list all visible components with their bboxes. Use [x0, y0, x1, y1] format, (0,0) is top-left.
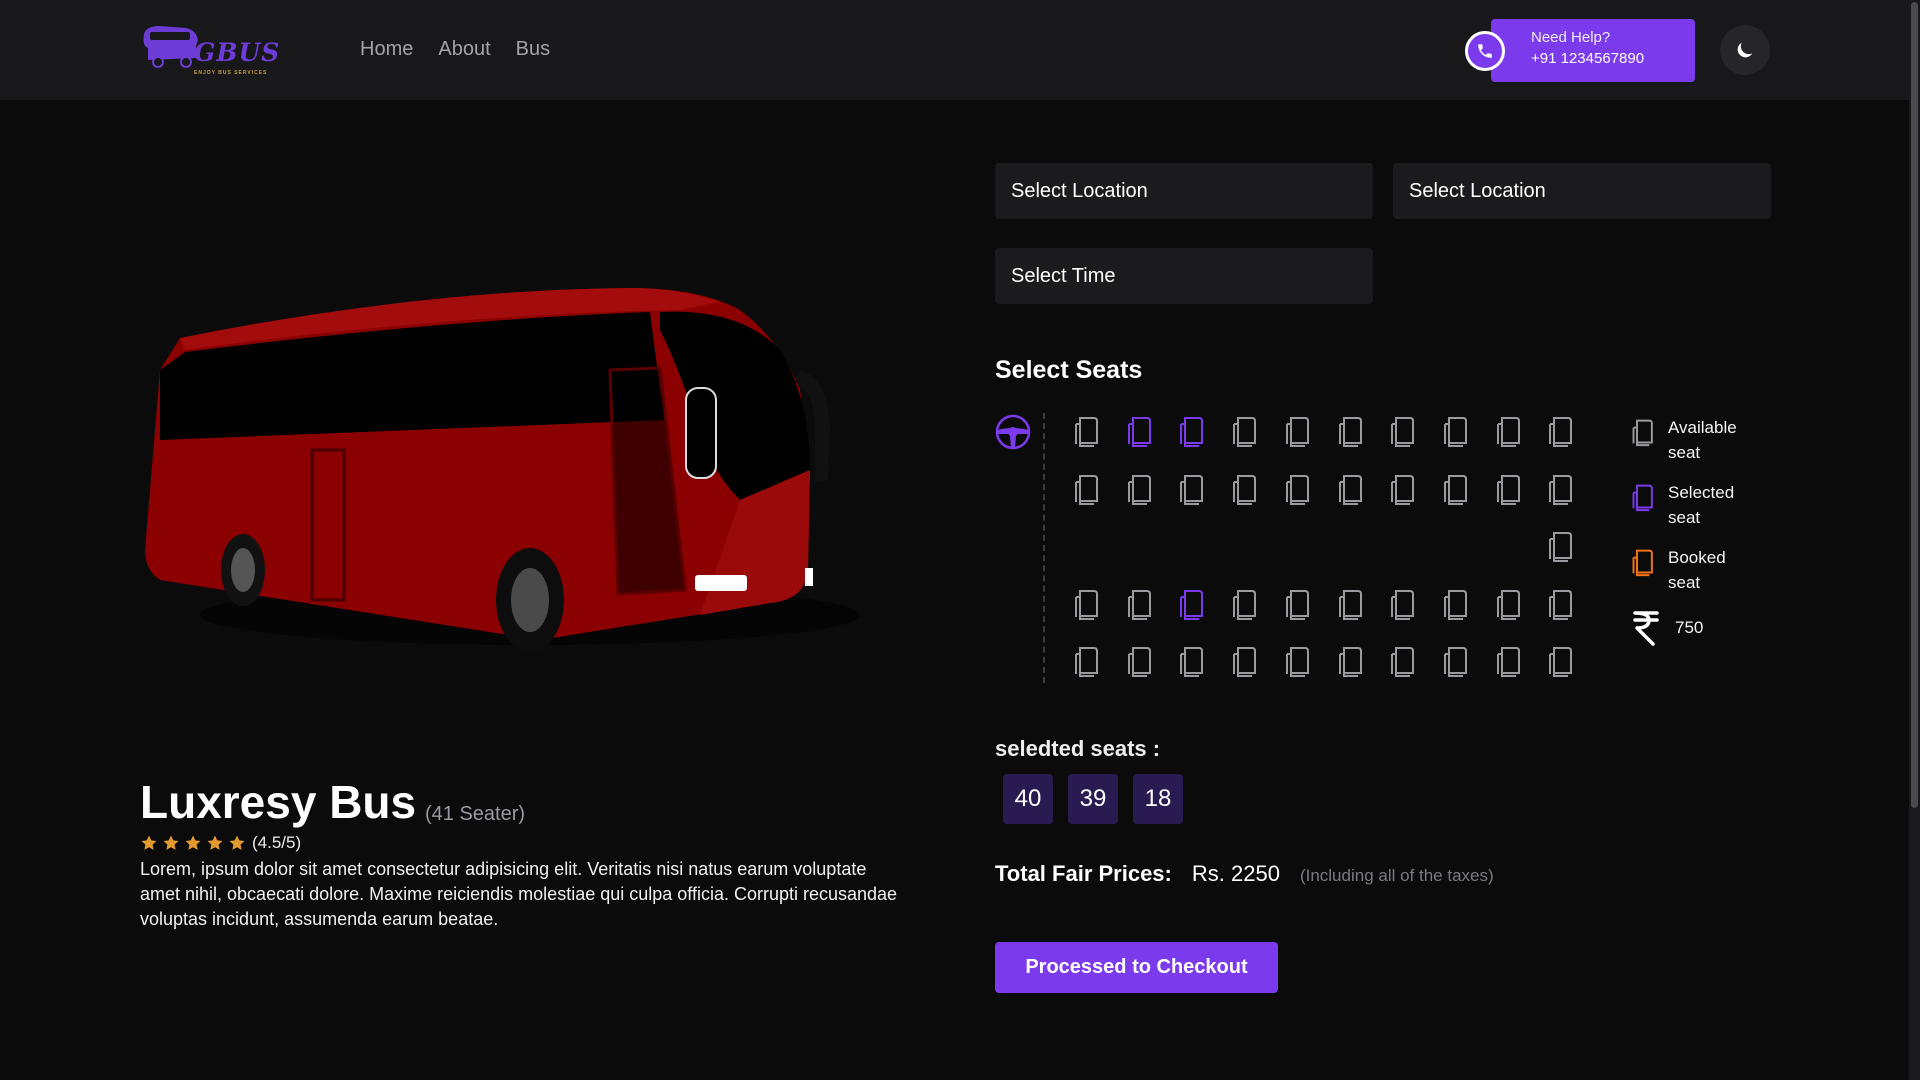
available-seat[interactable] — [1124, 644, 1156, 678]
available-seat[interactable] — [1387, 414, 1419, 448]
available-seat[interactable] — [1387, 587, 1419, 621]
brand-name: GBUS — [194, 38, 281, 67]
available-seat[interactable] — [1176, 644, 1208, 678]
available-seat[interactable] — [1282, 414, 1314, 448]
nav-bus[interactable]: Bus — [516, 38, 550, 61]
navbar: GBUS ENJOY BUS SERVICES Home About Bus N… — [0, 0, 1909, 100]
tax-note: (Including all of the taxes) — [1299, 866, 1494, 885]
seat-price-value: 750 — [1675, 618, 1704, 637]
help-phone: +91 1234567890 — [1531, 50, 1645, 67]
selected-seat[interactable] — [1176, 587, 1208, 621]
rating-value: (4.5/5) — [252, 833, 302, 852]
rating-stars: (4.5/5) — [140, 833, 301, 853]
help-box: Need Help? +91 1234567890 — [1491, 19, 1695, 82]
available-seat[interactable] — [1124, 587, 1156, 621]
bus-logo-icon — [143, 26, 198, 68]
selected-seat-chip[interactable]: 40 — [1003, 774, 1053, 824]
available-seat[interactable] — [1071, 644, 1103, 678]
main-nav: Home About Bus — [360, 38, 550, 61]
seat-price: 750 — [1633, 610, 1703, 646]
selected-seat[interactable] — [1124, 414, 1156, 448]
available-seat[interactable] — [1124, 472, 1156, 506]
page-scrollbar[interactable] — [1909, 0, 1920, 1080]
selected-seat-icon — [1632, 484, 1653, 512]
legend-selected: Selected seat — [1630, 480, 1758, 530]
legend-booked-label: Booked seat — [1668, 548, 1726, 592]
phone-icon — [1465, 31, 1505, 71]
available-seat[interactable] — [1335, 587, 1367, 621]
available-seat-icon — [1632, 419, 1653, 447]
brand-tagline: ENJOY BUS SERVICES — [194, 70, 268, 76]
bus-illustration — [140, 270, 890, 660]
available-seat[interactable] — [1387, 472, 1419, 506]
available-seat[interactable] — [1282, 644, 1314, 678]
legend-booked: Booked seat — [1630, 545, 1758, 595]
selected-seat-chips: 40 39 18 — [1003, 774, 1183, 824]
nav-about[interactable]: About — [438, 38, 490, 61]
nav-home[interactable]: Home — [360, 38, 413, 61]
available-seat[interactable] — [1493, 644, 1525, 678]
star-icon — [163, 835, 179, 850]
star-icon — [229, 835, 245, 850]
available-seat[interactable] — [1071, 587, 1103, 621]
available-seat[interactable] — [1493, 472, 1525, 506]
legend-selected-label: Selected seat — [1668, 483, 1735, 527]
scrollbar-thumb[interactable] — [1911, 2, 1918, 808]
steering-wheel-icon — [995, 414, 1031, 450]
available-seat[interactable] — [1282, 587, 1314, 621]
total-price: Total Fair Prices: Rs. 2250 (Including a… — [995, 861, 1494, 887]
total-price-value: Rs. 2250 — [1191, 861, 1280, 886]
available-seat[interactable] — [1440, 587, 1472, 621]
selected-seat[interactable] — [1176, 414, 1208, 448]
available-seat[interactable] — [1071, 414, 1103, 448]
from-location-select[interactable]: Select Location — [995, 163, 1373, 219]
available-seat[interactable] — [1493, 414, 1525, 448]
booked-seat-icon — [1632, 549, 1653, 577]
theme-toggle-button[interactable] — [1720, 25, 1770, 75]
select-seats-heading: Select Seats — [995, 356, 1143, 384]
star-icon — [141, 835, 157, 850]
available-seat[interactable] — [1545, 414, 1577, 448]
available-seat[interactable] — [1229, 472, 1261, 506]
help-title: Need Help? — [1531, 29, 1611, 46]
available-seat[interactable] — [1440, 472, 1472, 506]
bus-title: Luxresy Bus — [140, 776, 417, 828]
moon-icon — [1737, 42, 1753, 58]
available-seat[interactable] — [1440, 644, 1472, 678]
time-select[interactable]: Select Time — [995, 248, 1373, 304]
available-seat[interactable] — [1545, 529, 1577, 563]
star-icon — [207, 835, 223, 850]
brand-logo[interactable]: GBUS ENJOY BUS SERVICES — [140, 20, 280, 80]
selected-seats-heading: seledted seats : — [995, 736, 1161, 761]
available-seat[interactable] — [1335, 414, 1367, 448]
help-contact[interactable]: Need Help? +91 1234567890 — [1465, 19, 1695, 82]
selected-seat-chip[interactable]: 39 — [1068, 774, 1118, 824]
available-seat[interactable] — [1545, 644, 1577, 678]
to-location-select[interactable]: Select Location — [1393, 163, 1771, 219]
available-seat[interactable] — [1493, 587, 1525, 621]
checkout-button[interactable]: Processed to Checkout — [995, 942, 1278, 993]
available-seat[interactable] — [1387, 644, 1419, 678]
rupee-icon — [1633, 611, 1659, 646]
available-seat[interactable] — [1335, 644, 1367, 678]
available-seat[interactable] — [1229, 587, 1261, 621]
available-seat[interactable] — [1440, 414, 1472, 448]
bus-seater-count: (41 Seater) — [425, 803, 526, 825]
selected-seat-chip[interactable]: 18 — [1133, 774, 1183, 824]
available-seat[interactable] — [1335, 472, 1367, 506]
bus-description: Lorem, ipsum dolor sit amet consectetur … — [140, 859, 898, 929]
available-seat[interactable] — [1071, 472, 1103, 506]
available-seat[interactable] — [1282, 472, 1314, 506]
legend-available-label: Available seat — [1668, 418, 1737, 462]
legend-available: Available seat — [1630, 415, 1758, 465]
available-seat[interactable] — [1545, 472, 1577, 506]
star-icon — [185, 835, 201, 850]
available-seat[interactable] — [1229, 644, 1261, 678]
total-price-label: Total Fair Prices: — [995, 861, 1172, 886]
available-seat[interactable] — [1545, 587, 1577, 621]
driver-divider — [1043, 413, 1045, 683]
available-seat[interactable] — [1176, 472, 1208, 506]
available-seat[interactable] — [1229, 414, 1261, 448]
